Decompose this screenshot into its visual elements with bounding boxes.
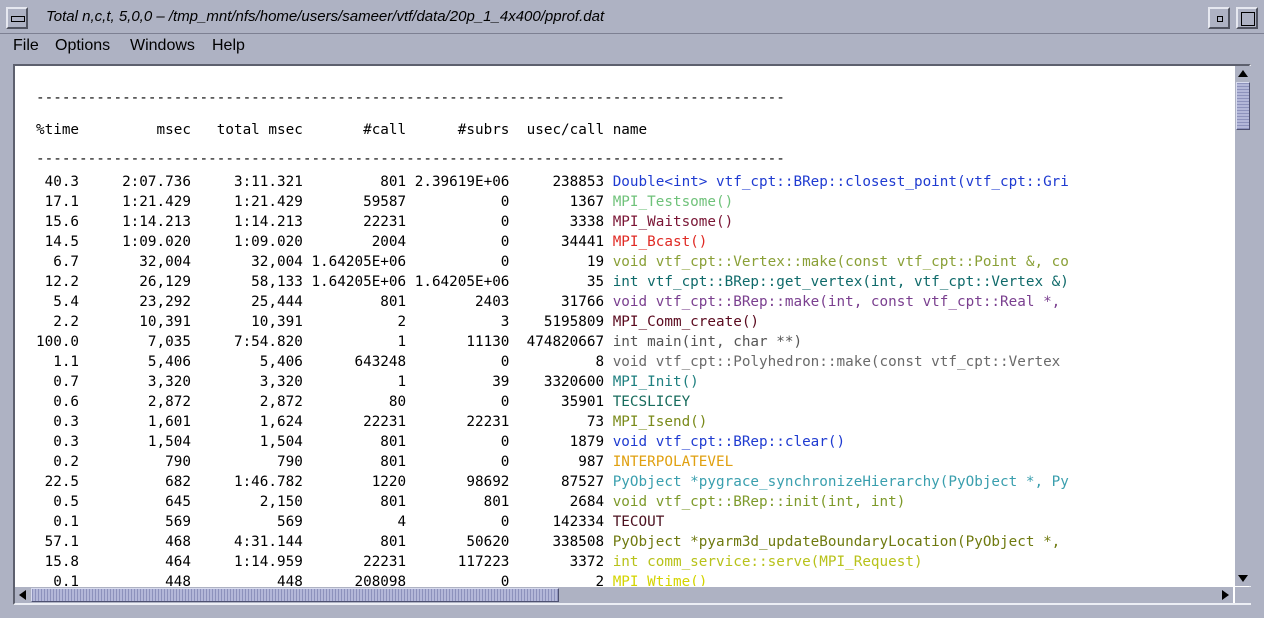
window-menu-icon[interactable]: [6, 7, 28, 29]
function-name: INTERPOLATEVEL: [612, 454, 734, 470]
function-name: TECOUT: [612, 514, 665, 530]
row-values: 15.8 464 1:14.959 22231 117223 3372: [36, 554, 613, 570]
row-values: 1.1 5,406 5,406 643248 0 8: [36, 354, 613, 370]
table-row[interactable]: 40.3 2:07.736 3:11.321 801 2.39619E+06 2…: [36, 172, 1069, 192]
table-row[interactable]: 2.2 10,391 10,391 2 3 5195809 MPI_Comm_c…: [36, 312, 1069, 332]
function-name: void vtf_cpt::Polyhedron::make(const vtf…: [612, 354, 1061, 370]
scroll-up-icon[interactable]: [1238, 70, 1248, 77]
table-row[interactable]: 0.3 1,504 1,504 801 0 1879 void vtf_cpt:…: [36, 432, 1069, 452]
table-row[interactable]: 22.5 682 1:46.782 1220 98692 87527 PyObj…: [36, 472, 1069, 492]
function-name: MPI_Waitsome(): [612, 214, 734, 230]
row-values: 0.3 1,504 1,504 801 0 1879: [36, 434, 613, 450]
row-values: 0.5 645 2,150 801 801 2684: [36, 494, 613, 510]
function-name: PyObject *pyarm3d_updateBoundaryLocation…: [612, 534, 1061, 550]
row-values: 0.2 790 790 801 0 987: [36, 454, 613, 470]
function-name: int comm_service::serve(MPI_Request): [612, 554, 923, 570]
menu-help[interactable]: Help: [212, 37, 245, 55]
table-row[interactable]: 0.7 3,320 3,320 1 39 3320600 MPI_Init(): [36, 372, 1069, 392]
function-name: int main(int, char **): [612, 334, 803, 350]
function-name: MPI_Comm_create(): [612, 314, 760, 330]
menu-options[interactable]: Options: [55, 37, 110, 55]
table-row[interactable]: 15.6 1:14.213 1:14.213 22231 0 3338 MPI_…: [36, 212, 1069, 232]
menu-bar: File Options Windows Help: [0, 34, 1264, 60]
column-header: %time msec total msec #call #subrs usec/…: [36, 122, 648, 138]
function-name: void vtf_cpt::Vertex::make(const vtf_cpt…: [612, 254, 1069, 270]
menu-file[interactable]: File: [13, 37, 39, 55]
scrollbar-corner: [1235, 587, 1251, 603]
row-values: 0.6 2,872 2,872 80 0 35901: [36, 394, 613, 410]
profile-text-panel: ----------------------------------------…: [13, 64, 1251, 605]
table-row[interactable]: 0.1 448 448 208098 0 2 MPI_Wtime(): [36, 572, 1069, 586]
function-name: MPI_Wtime(): [612, 574, 708, 586]
row-values: 5.4 23,292 25,444 801 2403 31766: [36, 294, 613, 310]
table-row[interactable]: 0.3 1,601 1,624 22231 22231 73 MPI_Isend…: [36, 412, 1069, 432]
row-values: 22.5 682 1:46.782 1220 98692 87527: [36, 474, 613, 490]
function-name: void vtf_cpt::BRep::make(int, const vtf_…: [612, 294, 1061, 310]
function-name: MPI_Bcast(): [612, 234, 708, 250]
title-bar[interactable]: Total n,c,t, 5,0,0 – /tmp_mnt/nfs/home/u…: [0, 0, 1264, 34]
function-name: TECSLICEY: [612, 394, 691, 410]
profile-rows: 40.3 2:07.736 3:11.321 801 2.39619E+06 2…: [36, 172, 1069, 586]
function-name: PyObject *pygrace_synchronizeHierarchy(P…: [612, 474, 1069, 490]
row-values: 100.0 7,035 7:54.820 1 11130 474820667: [36, 334, 613, 350]
menu-windows[interactable]: Windows: [130, 37, 195, 55]
scroll-down-icon[interactable]: [1238, 575, 1248, 582]
minimize-icon[interactable]: [1208, 7, 1230, 29]
scroll-right-icon[interactable]: [1222, 590, 1229, 600]
table-row[interactable]: 0.6 2,872 2,872 80 0 35901 TECSLICEY: [36, 392, 1069, 412]
row-values: 0.1 569 569 4 0 142334: [36, 514, 613, 530]
row-values: 57.1 468 4:31.144 801 50620 338508: [36, 534, 613, 550]
function-name: void vtf_cpt::BRep::clear(): [612, 434, 846, 450]
horizontal-scrollbar[interactable]: [15, 587, 1233, 603]
maximize-icon[interactable]: [1236, 7, 1258, 29]
row-values: 6.7 32,004 32,004 1.64205E+06 0 19: [36, 254, 613, 270]
row-values: 17.1 1:21.429 1:21.429 59587 0 1367: [36, 194, 613, 210]
row-values: 40.3 2:07.736 3:11.321 801 2.39619E+06 2…: [36, 174, 613, 190]
table-row[interactable]: 5.4 23,292 25,444 801 2403 31766 void vt…: [36, 292, 1069, 312]
row-values: 2.2 10,391 10,391 2 3 5195809: [36, 314, 613, 330]
row-values: 0.1 448 448 208098 0 2: [36, 574, 613, 586]
function-name: int vtf_cpt::BRep::get_vertex(int, vtf_c…: [612, 274, 1069, 290]
profile-text-area[interactable]: ----------------------------------------…: [15, 66, 1233, 586]
row-values: 15.6 1:14.213 1:14.213 22231 0 3338: [36, 214, 613, 230]
row-values: 0.7 3,320 3,320 1 39 3320600: [36, 374, 613, 390]
table-row[interactable]: 12.2 26,129 58,133 1.64205E+06 1.64205E+…: [36, 272, 1069, 292]
separator-line: ----------------------------------------…: [36, 90, 785, 106]
table-row[interactable]: 0.2 790 790 801 0 987 INTERPOLATEVEL: [36, 452, 1069, 472]
scroll-left-icon[interactable]: [19, 590, 26, 600]
table-row[interactable]: 6.7 32,004 32,004 1.64205E+06 0 19 void …: [36, 252, 1069, 272]
window-title: Total n,c,t, 5,0,0 – /tmp_mnt/nfs/home/u…: [46, 8, 605, 25]
function-name: MPI_Init(): [612, 374, 699, 390]
function-name: Double<int> vtf_cpt::BRep::closest_point…: [612, 174, 1069, 190]
function-name: void vtf_cpt::BRep::init(int, int): [612, 494, 906, 510]
row-values: 14.5 1:09.020 1:09.020 2004 0 34441: [36, 234, 613, 250]
row-values: 0.3 1,601 1,624 22231 22231 73: [36, 414, 613, 430]
function-name: MPI_Testsome(): [612, 194, 734, 210]
table-row[interactable]: 0.1 569 569 4 0 142334 TECOUT: [36, 512, 1069, 532]
table-row[interactable]: 17.1 1:21.429 1:21.429 59587 0 1367 MPI_…: [36, 192, 1069, 212]
table-row[interactable]: 0.5 645 2,150 801 801 2684 void vtf_cpt:…: [36, 492, 1069, 512]
separator-line: ----------------------------------------…: [36, 151, 785, 167]
vertical-scroll-thumb[interactable]: [1236, 82, 1250, 130]
table-row[interactable]: 15.8 464 1:14.959 22231 117223 3372 int …: [36, 552, 1069, 572]
vertical-scrollbar[interactable]: [1235, 66, 1251, 586]
function-name: MPI_Isend(): [612, 414, 708, 430]
table-row[interactable]: 14.5 1:09.020 1:09.020 2004 0 34441 MPI_…: [36, 232, 1069, 252]
table-row[interactable]: 1.1 5,406 5,406 643248 0 8 void vtf_cpt:…: [36, 352, 1069, 372]
table-row[interactable]: 100.0 7,035 7:54.820 1 11130 474820667 i…: [36, 332, 1069, 352]
row-values: 12.2 26,129 58,133 1.64205E+06 1.64205E+…: [36, 274, 613, 290]
horizontal-scroll-thumb[interactable]: [31, 588, 559, 602]
table-row[interactable]: 57.1 468 4:31.144 801 50620 338508 PyObj…: [36, 532, 1069, 552]
